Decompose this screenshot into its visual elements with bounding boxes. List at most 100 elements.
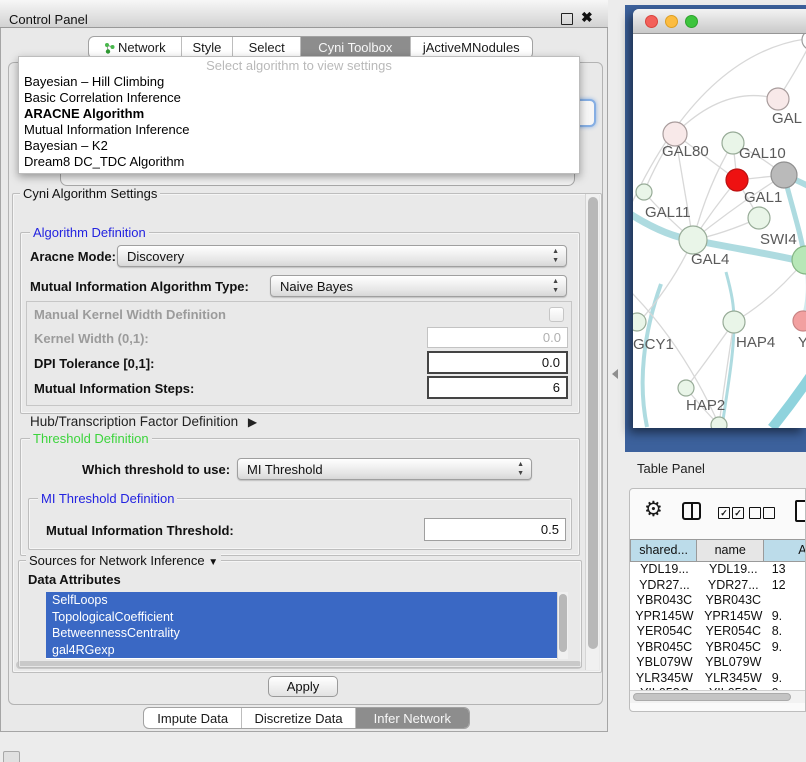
close-traffic-icon[interactable] [645,15,658,28]
tab-jactivemnodules[interactable]: jActiveMNodules [411,37,532,58]
chevron-up-down-icon: ▲▼ [552,247,559,265]
node-label: GAL11 [645,204,691,221]
manual-kernel-width-label: Manual Kernel Width Definition [34,307,226,322]
mi-steps-label: Mutual Information Steps: [34,381,194,396]
table-panel-title: Table Panel [637,461,705,476]
float-window-icon[interactable] [561,13,573,25]
tab-network[interactable]: Network [89,37,182,58]
mi-algorithm-type-combo[interactable]: Naive Bayes ▲▼ [270,275,567,297]
list-item[interactable]: BetweennessCentrality [46,625,557,642]
sources-title: Sources for Network Inference [29,553,205,568]
collapse-arrow-icon[interactable]: ▼ [208,557,218,568]
tab-discretize-data[interactable]: Discretize Data [242,708,355,728]
dropdown-item[interactable]: Mutual Information Inference [19,122,579,138]
network-tab-icon [104,42,115,54]
list-item[interactable]: TopologicalCoefficient [46,609,557,626]
dropdown-item-selected[interactable]: ARACNE Algorithm [19,106,579,122]
mi-threshold-field[interactable]: 0.5 [424,518,566,541]
zoom-traffic-icon[interactable] [685,15,698,28]
which-threshold-combo[interactable]: MI Threshold ▲▼ [237,458,532,480]
close-window-icon[interactable]: ✖ [581,9,593,26]
table-row[interactable]: YLR345WYLR345W9. [630,671,806,687]
mi-algorithm-type-label: Mutual Information Algorithm Type: [30,279,249,294]
node[interactable] [711,417,727,428]
list-vertical-scrollbar[interactable] [557,592,568,659]
algorithm-dropdown-popup: Select algorithm to view settings Bayesi… [18,56,580,174]
hub-definition-label: Hub/Transcription Factor Definition [30,414,238,429]
network-window[interactable]: GAL GAL80 GAL10 GAL1 GAL11 SWI4 GAL4 GCY… [633,9,806,428]
table-row[interactable]: YBL079WYBL079W [630,655,806,671]
table-row[interactable]: YBR043CYBR043C [630,593,806,609]
algorithm-definition-label: Algorithm Definition [30,225,149,240]
list-item[interactable]: gal4RGexp [46,642,557,659]
kernel-width-label: Kernel Width (0,1): [34,331,149,346]
minimized-panel-icon[interactable] [3,751,20,762]
node-label: GAL1 [744,189,782,206]
dropdown-item[interactable]: Bayesian – K2 [19,138,579,154]
hub-definition-toggle[interactable]: Hub/Transcription Factor Definition ▶ [30,414,257,429]
tab-infer-network[interactable]: Infer Network [356,708,469,728]
mi-algorithm-type-value: Naive Bayes [280,279,353,294]
which-threshold-label: Which threshold to use: [82,462,230,477]
data-attributes-label: Data Attributes [28,572,121,587]
mi-threshold-label: Mutual Information Threshold: [46,523,234,538]
sources-group-label[interactable]: Sources for Network Inference ▼ [26,553,221,568]
table-row[interactable]: YBR045CYBR045C9. [630,640,806,656]
panel-divider-collapse-icon[interactable] [612,369,618,379]
checked-box-icon[interactable]: ✓ [732,507,744,519]
settings-vertical-scrollbar-thumb[interactable] [588,197,598,649]
tab-select[interactable]: Select [233,37,301,58]
minimize-traffic-icon[interactable] [665,15,678,28]
node-gal[interactable] [767,88,789,110]
node-gal4[interactable] [679,226,707,254]
table-horizontal-scrollbar[interactable] [630,690,806,703]
dropdown-item[interactable]: Bayesian – Hill Climbing [19,74,579,90]
threshold-definition-label: Threshold Definition [30,431,152,446]
table-row[interactable]: YPR145WYPR145W9. [630,609,806,625]
aracne-mode-value: Discovery [127,249,184,264]
dropdown-item[interactable]: Dream8 DC_TDC Algorithm [19,154,579,170]
unchecked-box-icon[interactable] [763,507,775,519]
node-gal11[interactable] [636,184,652,200]
gear-icon[interactable]: ⚙ [644,497,663,522]
table-horizontal-scrollbar-thumb[interactable] [633,693,791,701]
manual-kernel-width-checkbox[interactable] [549,307,564,322]
aracne-mode-combo[interactable]: Discovery ▲▼ [117,245,567,267]
column-header[interactable]: A [764,539,806,562]
split-columns-icon[interactable] [682,502,701,520]
unchecked-box-icon[interactable] [749,507,761,519]
node-gal1[interactable] [748,207,770,229]
dpi-tolerance-label: DPI Tolerance [0,1]: [34,356,154,371]
tab-impute-data[interactable]: Impute Data [144,708,242,728]
settings-vertical-scrollbar[interactable] [585,194,599,670]
node-label: GAL80 [662,143,709,160]
table-row[interactable]: YDR27...YDR27...12 [630,578,806,594]
node-gray[interactable] [771,162,797,188]
tab-style[interactable]: Style [182,37,234,58]
dpi-tolerance-field[interactable]: 0.0 [427,351,568,374]
node-selected-red[interactable] [726,169,748,191]
document-icon[interactable] [795,500,806,522]
node-hap4[interactable] [723,311,745,333]
dropdown-prompt: Select algorithm to view settings [19,57,579,74]
node-label: GCY1 [633,336,674,353]
kernel-width-field[interactable]: 0.0 [427,327,568,348]
node-hap2[interactable] [678,380,694,396]
tab-cyni-toolbox[interactable]: Cyni Toolbox [301,37,411,58]
column-header[interactable]: shared... [630,539,697,562]
list-vertical-scrollbar-thumb[interactable] [559,594,567,652]
list-item[interactable]: SelfLoops [46,592,557,609]
control-panel-titlebar[interactable] [0,0,608,28]
node-label: HAP2 [686,397,725,414]
expand-arrow-icon[interactable]: ▶ [248,415,257,429]
column-header[interactable]: name [697,539,764,562]
dropdown-item[interactable]: Basic Correlation Inference [19,90,579,106]
node-gcy1[interactable] [633,313,646,331]
table-row[interactable]: YDL19...YDL19...13 [630,562,806,578]
node-label: GAL10 [739,145,786,162]
network-window-titlebar[interactable] [633,9,806,34]
checked-box-icon[interactable]: ✓ [718,507,730,519]
mi-steps-field[interactable]: 6 [427,376,568,399]
table-row[interactable]: YER054CYER054C8. [630,624,806,640]
apply-button[interactable]: Apply [268,676,338,697]
